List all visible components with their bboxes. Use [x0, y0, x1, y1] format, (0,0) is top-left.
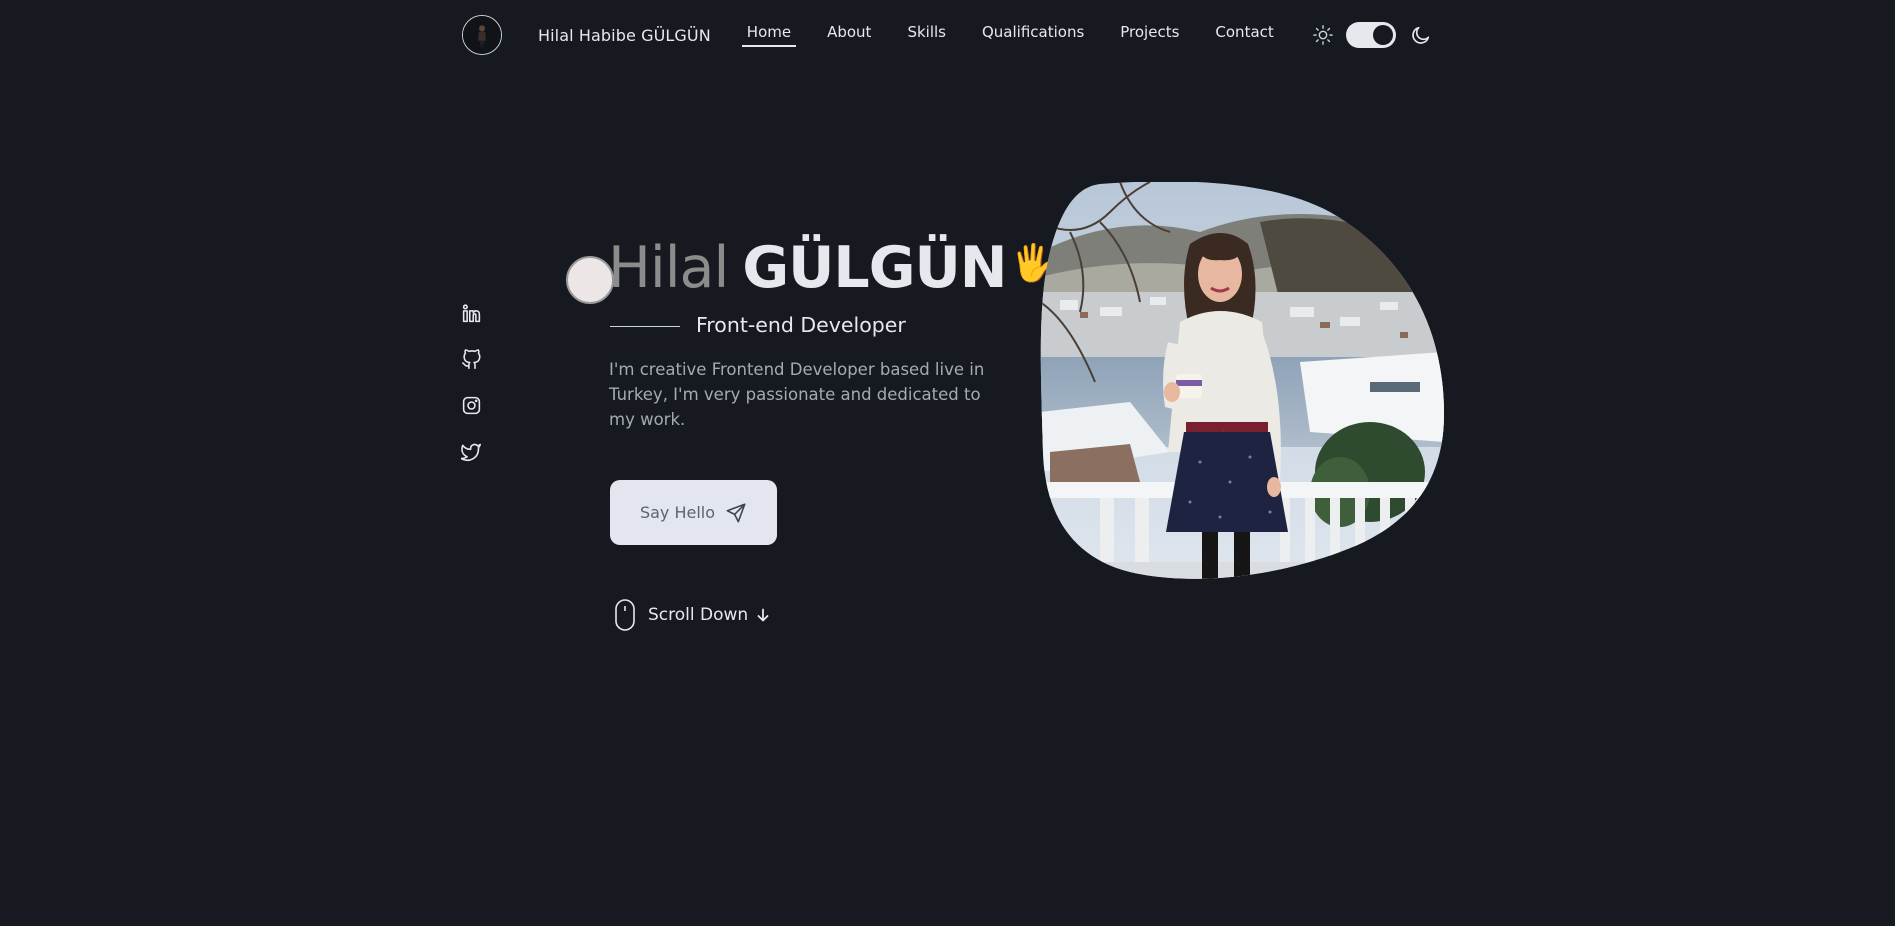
theme-toggle[interactable] [1345, 22, 1396, 48]
mouse-icon [615, 599, 635, 631]
hero-description: I'm creative Frontend Developer based li… [609, 360, 985, 429]
nav-home[interactable]: Home [741, 23, 797, 47]
nav-about[interactable]: About [827, 23, 871, 47]
send-icon [726, 503, 746, 522]
hero-subtitle: Front-end Developer [696, 313, 906, 337]
nav-contact[interactable]: Contact [1215, 23, 1273, 47]
profile-photo [1040, 182, 1444, 584]
social-links [461, 303, 483, 487]
avatar[interactable] [462, 15, 502, 55]
header: Hilal Habibe GÜLGÜN Home About Skills Qu… [462, 14, 1432, 56]
nav-qualifications[interactable]: Qualifications [982, 23, 1084, 47]
nav-skills[interactable]: Skills [907, 23, 946, 47]
avatar-image [463, 16, 501, 54]
subtitle-divider [610, 326, 680, 327]
toggle-knob [1372, 25, 1393, 45]
arrow-down-icon [757, 608, 769, 622]
say-hello-label: Say Hello [639, 503, 716, 522]
brand-name[interactable]: Hilal Habibe GÜLGÜN [538, 26, 711, 45]
hero-title: Hilal GÜLGÜN 🖐 [608, 228, 1055, 304]
say-hello-button[interactable]: Say Hello [610, 480, 777, 545]
twitter-icon[interactable] [461, 441, 482, 462]
hero-first-name: Hilal [608, 235, 729, 301]
hero-last-name: GÜLGÜN [742, 235, 1007, 301]
cursor-follower [566, 256, 614, 304]
linkedin-icon[interactable] [461, 303, 482, 324]
scroll-down-link[interactable]: Scroll Down [614, 598, 770, 632]
main-nav: Home About Skills Qualifications Project… [741, 23, 1274, 47]
nav-projects[interactable]: Projects [1120, 23, 1179, 47]
instagram-icon[interactable] [461, 395, 482, 416]
page: Hilal Habibe GÜLGÜN Home About Skills Qu… [0, 0, 1895, 926]
scroll-down-label: Scroll Down [648, 605, 749, 625]
sun-icon[interactable] [1312, 24, 1334, 46]
theme-switcher [1312, 22, 1432, 48]
moon-icon[interactable] [1410, 24, 1432, 46]
github-icon[interactable] [461, 349, 482, 370]
